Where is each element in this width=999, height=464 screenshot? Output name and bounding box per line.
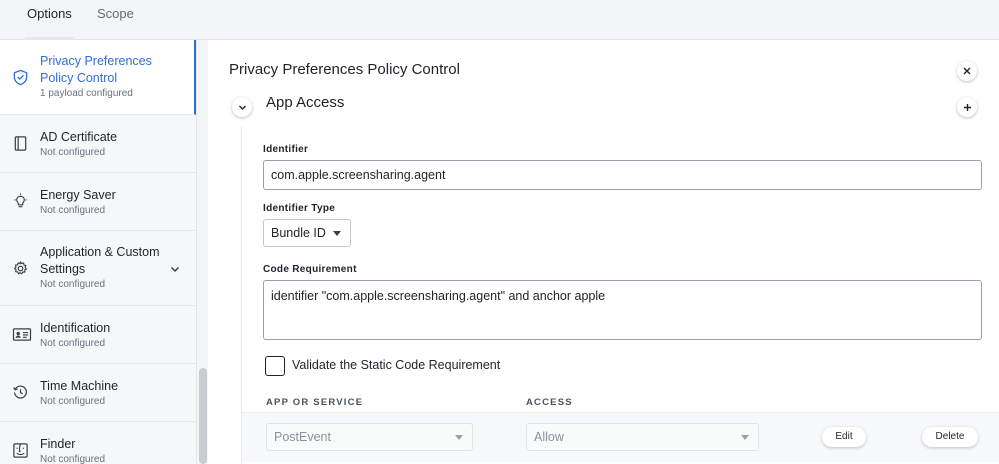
sidebar-item-title: Identification — [40, 321, 111, 335]
edit-button[interactable]: Edit — [822, 427, 866, 447]
validate-checkbox-label: Validate the Static Code Requirement — [292, 358, 501, 372]
sidebar-item-ad-certificate[interactable]: AD Certificate Not configured — [0, 115, 196, 173]
sidebar: Privacy Preferences Policy Control 1 pay… — [0, 40, 196, 464]
code-requirement-label: Code Requirement — [263, 264, 357, 275]
add-app-access-button[interactable] — [957, 97, 977, 117]
sidebar-item-time-machine[interactable]: Time Machine Not configured — [0, 364, 196, 422]
shield-icon — [13, 69, 28, 86]
sidebar-item-privacy-preferences[interactable]: Privacy Preferences Policy Control 1 pay… — [0, 40, 196, 115]
sidebar-item-status: Not configured — [40, 396, 106, 407]
sidebar-scrollbar[interactable] — [196, 40, 208, 464]
chevron-down-icon — [238, 105, 246, 110]
history-icon — [13, 385, 28, 399]
identifier-label: Identifier — [263, 144, 309, 155]
tab-options-label: Options — [27, 6, 72, 21]
caret-down-icon — [741, 435, 749, 440]
sidebar-item-status: Not configured — [40, 338, 106, 349]
access-value: Allow — [534, 430, 564, 444]
scrollbar-thumb[interactable] — [199, 368, 207, 464]
close-button[interactable] — [957, 61, 977, 81]
code-requirement-textarea[interactable]: identifier "com.apple.screensharing.agen… — [263, 280, 982, 340]
sidebar-item-application-custom-settings[interactable]: Application & Custom Settings Not config… — [0, 231, 196, 306]
delete-button[interactable]: Delete — [922, 427, 978, 447]
app-access-form: Identifier com.apple.screensharing.agent… — [241, 126, 999, 464]
sidebar-item-status: Not configured — [40, 454, 106, 464]
identifier-type-value: Bundle ID — [271, 226, 326, 240]
plus-icon — [963, 103, 971, 111]
sidebar-item-title: Time Machine — [40, 379, 119, 393]
service-value: PostEvent — [274, 430, 331, 444]
table-row: PostEvent Allow Edit Delete — [242, 412, 999, 462]
close-icon — [963, 67, 971, 75]
sidebar-item-finder[interactable]: Finder Not configured — [0, 422, 196, 464]
certificate-icon — [14, 136, 27, 151]
identifier-type-label: Identifier Type — [263, 203, 336, 214]
sidebar-item-status: Not configured — [40, 205, 106, 216]
column-header-access: ACCESS — [526, 397, 573, 408]
payload-title: Privacy Preferences Policy Control — [229, 61, 460, 78]
sidebar-item-title: Finder — [40, 437, 76, 451]
sidebar-item-status: 1 payload configured — [40, 88, 133, 99]
column-header-app-or-service: APP OR SERVICE — [266, 397, 364, 408]
identifier-type-select[interactable]: Bundle ID — [263, 219, 351, 247]
tab-bar: Options Scope — [0, 0, 999, 40]
sidebar-item-status: Not configured — [40, 147, 106, 158]
tab-options[interactable]: Options — [25, 0, 74, 40]
sidebar-item-title: Privacy Preferences Policy Control — [40, 54, 152, 85]
caret-down-icon — [333, 231, 341, 236]
caret-down-icon — [455, 435, 463, 440]
sidebar-item-identification[interactable]: Identification Not configured — [0, 306, 196, 364]
main-panel: Privacy Preferences Policy Control App A… — [209, 40, 999, 464]
tab-scope[interactable]: Scope — [97, 0, 134, 40]
sidebar-item-title: AD Certificate — [40, 130, 118, 144]
access-select[interactable]: Allow — [526, 423, 759, 451]
chevron-down-icon[interactable] — [169, 263, 181, 275]
sidebar-item-title: Energy Saver — [40, 188, 116, 202]
service-select[interactable]: PostEvent — [266, 423, 473, 451]
validate-checkbox[interactable] — [265, 356, 285, 376]
id-card-icon — [12, 328, 32, 341]
identifier-input[interactable]: com.apple.screensharing.agent — [263, 160, 982, 190]
sidebar-item-energy-saver[interactable]: Energy Saver Not configured — [0, 173, 196, 231]
tab-scope-label: Scope — [97, 6, 134, 21]
finder-icon — [13, 443, 28, 458]
lightbulb-icon — [14, 193, 27, 208]
sidebar-item-status: Not configured — [40, 279, 106, 290]
sidebar-item-title: Application & Custom Settings — [40, 245, 160, 276]
section-title: App Access — [266, 94, 345, 111]
collapse-section-button[interactable] — [232, 97, 252, 117]
gear-icon — [13, 261, 28, 275]
